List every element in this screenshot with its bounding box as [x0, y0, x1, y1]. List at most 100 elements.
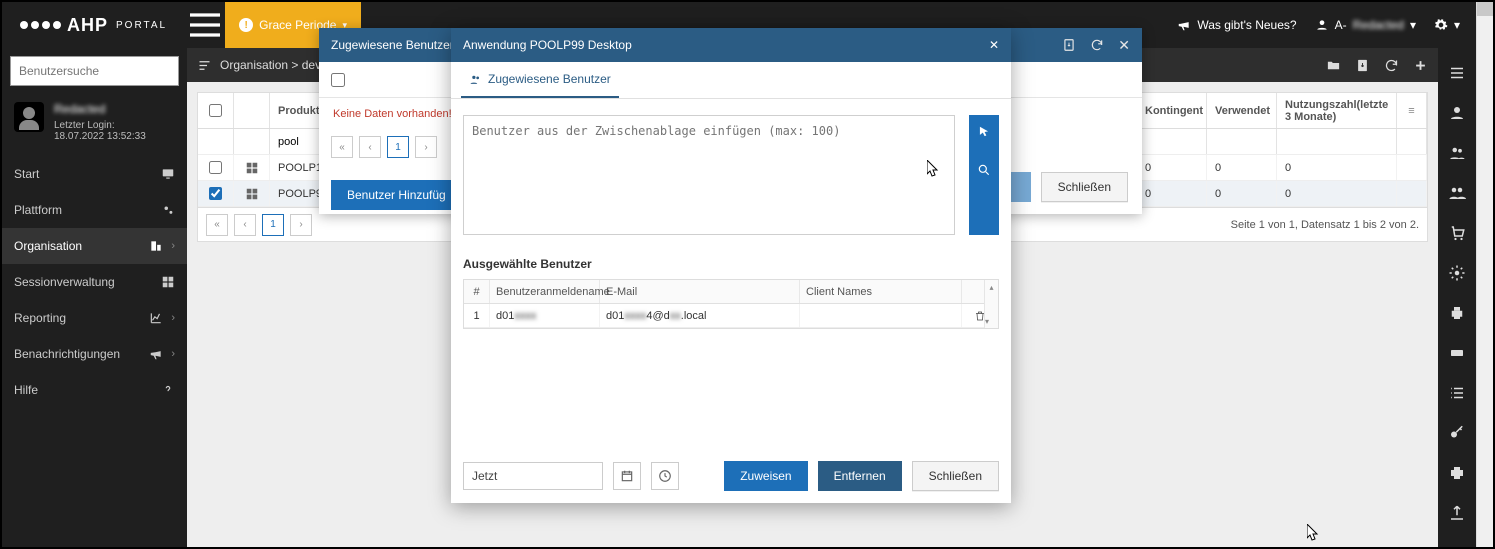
mouse-cursor — [1307, 524, 1319, 542]
close-button[interactable]: Schließen — [912, 461, 999, 491]
news-label: Was gibt's Neues? — [1197, 18, 1296, 32]
numbered-list-icon[interactable] — [1448, 384, 1466, 402]
sidebar-item-notify[interactable]: Benachrichtigungen › — [2, 336, 187, 372]
col-login[interactable]: Benutzeranmeldename — [490, 280, 600, 303]
col-mail[interactable]: E-Mail — [600, 280, 800, 303]
gear-icon — [1434, 18, 1448, 32]
printer-icon[interactable] — [1448, 304, 1466, 322]
row-checkbox[interactable] — [209, 187, 222, 200]
sidebar-item-reporting[interactable]: Reporting › — [2, 300, 187, 336]
application-icon — [245, 187, 259, 201]
gear-icon[interactable] — [1448, 264, 1466, 282]
add-user-button[interactable]: Benutzer Hinzufüg — [331, 180, 462, 210]
date-input[interactable]: Jetzt — [463, 462, 603, 490]
col-verwendet[interactable]: Verwendet — [1207, 93, 1277, 128]
pager-first-button[interactable]: « — [331, 136, 353, 158]
remove-button[interactable]: Entfernen — [818, 461, 902, 491]
col-idx: # — [464, 280, 490, 303]
user-search-input[interactable] — [10, 56, 179, 86]
warning-icon: ! — [239, 18, 253, 32]
pager-prev-button[interactable]: ‹ — [359, 136, 381, 158]
close-button[interactable]: Schließen — [1041, 172, 1128, 202]
building-icon — [149, 239, 163, 253]
col-client[interactable]: Client Names — [800, 280, 962, 303]
menu-toggle-icon[interactable] — [185, 2, 225, 48]
sidebar-item-label: Benachrichtigungen — [14, 347, 120, 361]
row-idx: 1 — [464, 304, 490, 327]
sidebar-item-label: Sessionverwaltung — [14, 275, 115, 289]
assign-button[interactable]: Zuweisen — [724, 461, 807, 491]
tab-assigned-users[interactable]: Zugewiesene Benutzer — [461, 62, 619, 98]
scroll-down-icon[interactable]: ▾ — [985, 314, 989, 328]
clock-button[interactable] — [651, 462, 679, 490]
user-prefix: A- — [1335, 18, 1347, 32]
row-kont: 0 — [1137, 181, 1207, 206]
list-icon[interactable] — [1448, 64, 1466, 82]
refresh-icon[interactable] — [1384, 58, 1399, 73]
scroll-up-icon[interactable]: ▴ — [985, 280, 998, 294]
calendar-icon — [620, 469, 634, 483]
chart-icon — [149, 311, 163, 325]
table-scrollbar[interactable]: ▴ ▾ — [984, 280, 998, 328]
sidebar-item-plattform[interactable]: Plattform — [2, 192, 187, 228]
export-icon[interactable] — [1062, 38, 1076, 52]
scroll-track[interactable] — [1477, 16, 1493, 533]
row-checkbox[interactable] — [209, 161, 222, 174]
scroll-up-icon[interactable] — [1477, 2, 1493, 16]
search-icon[interactable] — [977, 163, 991, 177]
gears-icon — [161, 203, 175, 217]
pager-next-button[interactable]: › — [290, 214, 312, 236]
chevron-down-icon: ▾ — [1410, 18, 1416, 32]
pager-first-button[interactable]: « — [206, 214, 228, 236]
select-all-checkbox[interactable] — [331, 73, 345, 87]
sidebar-item-organisation[interactable]: Organisation › — [2, 228, 187, 264]
browser-scrollbar[interactable] — [1476, 2, 1493, 547]
close-icon[interactable]: ✕ — [1118, 37, 1130, 54]
col-kontingent[interactable]: Kontingent — [1137, 93, 1207, 128]
pager-next-button[interactable]: › — [415, 136, 437, 158]
user-icon[interactable] — [1448, 104, 1466, 122]
sidebar-item-label: Hilfe — [14, 383, 38, 397]
sidebar-item-label: Start — [14, 167, 39, 181]
pager-page[interactable]: 1 — [262, 214, 284, 236]
group-icon[interactable] — [1448, 184, 1466, 202]
upload-icon[interactable] — [1448, 504, 1466, 522]
user-menu[interactable]: A- Redacted ▾ — [1315, 18, 1416, 32]
paste-users-input[interactable] — [463, 115, 955, 235]
sidebar-item-start[interactable]: Start — [2, 156, 187, 192]
current-user-name: Redacted — [54, 102, 146, 116]
row-ver: 0 — [1207, 155, 1277, 180]
table-row[interactable]: 1 d01xxxx d01xxxx4@dxx.local — [464, 304, 998, 328]
refresh-icon[interactable] — [1090, 38, 1104, 52]
row-mail: d01xxxx4@dxx.local — [600, 304, 800, 327]
column-menu-icon[interactable]: ≡ — [1397, 93, 1427, 128]
folder-icon[interactable] — [1326, 58, 1341, 73]
close-icon[interactable]: ✕ — [989, 38, 999, 52]
plus-icon[interactable] — [1413, 58, 1428, 73]
sidebar-item-help[interactable]: Hilfe — [2, 372, 187, 408]
clock-icon — [658, 469, 672, 483]
export-icon[interactable] — [1355, 58, 1370, 73]
col-nutzung[interactable]: Nutzungszahl(letzte 3 Monate) — [1277, 93, 1397, 128]
puzzle-icon[interactable] — [1448, 464, 1466, 482]
tree-icon[interactable] — [197, 58, 212, 73]
calendar-button[interactable] — [613, 462, 641, 490]
dialog-title: Anwendung POOLP99 Desktop — [463, 38, 632, 52]
select-all-checkbox[interactable] — [209, 104, 222, 117]
table-header: # Benutzeranmeldename E-Mail Client Name… — [464, 280, 998, 304]
cursor-icon[interactable] — [977, 125, 991, 139]
users-icon[interactable] — [1448, 144, 1466, 162]
drive-icon[interactable] — [1448, 344, 1466, 362]
key-icon[interactable] — [1448, 424, 1466, 442]
avatar — [14, 102, 44, 132]
selected-users-table: # Benutzeranmeldename E-Mail Client Name… — [463, 279, 999, 329]
cart-icon[interactable] — [1448, 224, 1466, 242]
news-button[interactable]: Was gibt's Neues? — [1177, 18, 1296, 32]
chevron-right-icon: › — [171, 312, 175, 324]
row-client — [800, 304, 962, 327]
user-name-masked: Redacted — [1353, 18, 1404, 32]
pager-prev-button[interactable]: ‹ — [234, 214, 256, 236]
pager-page[interactable]: 1 — [387, 136, 409, 158]
sidebar-item-session[interactable]: Sessionverwaltung — [2, 264, 187, 300]
settings-menu[interactable]: ▾ — [1434, 18, 1460, 32]
